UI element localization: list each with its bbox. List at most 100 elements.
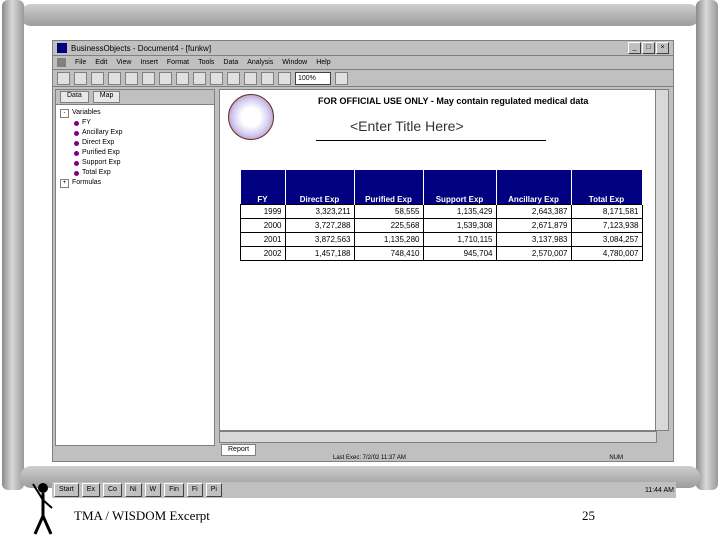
- undo-icon[interactable]: [193, 71, 206, 85]
- expand-icon[interactable]: +: [60, 178, 69, 188]
- menu-format[interactable]: Format: [167, 59, 189, 66]
- taskbar: Start Ex Co Ni W Fin Fi Pi 11:44 AM: [52, 482, 676, 498]
- menu-insert[interactable]: Insert: [140, 59, 158, 66]
- table-icon[interactable]: [261, 71, 274, 85]
- pillar-right: [696, 0, 718, 490]
- cell[interactable]: 2,570,007: [495, 246, 572, 261]
- menu-view[interactable]: View: [116, 59, 131, 66]
- col-header[interactable]: Direct Exp: [285, 170, 355, 205]
- taskbar-item[interactable]: W: [144, 483, 162, 497]
- taskbar-item[interactable]: Fi: [186, 483, 203, 497]
- close-button[interactable]: ×: [656, 42, 669, 54]
- tree-root-label: Variables: [72, 109, 101, 116]
- menu-analysis[interactable]: Analysis: [247, 59, 273, 66]
- report-title[interactable]: <Enter Title Here>: [350, 118, 464, 134]
- document-icon: [57, 58, 66, 67]
- chart-icon[interactable]: [244, 71, 257, 85]
- pillar-left: [2, 0, 24, 490]
- tree-item[interactable]: Purified Exp: [60, 148, 210, 158]
- col-header[interactable]: FY: [240, 170, 286, 205]
- tree-item-label: FY: [82, 119, 91, 126]
- copy-icon[interactable]: [159, 71, 172, 85]
- tree-item[interactable]: Direct Exp: [60, 138, 210, 148]
- tab-data[interactable]: Data: [60, 91, 89, 103]
- vertical-scrollbar[interactable]: [655, 89, 669, 431]
- menu-help[interactable]: Help: [316, 59, 330, 66]
- tree-formulas[interactable]: + Formulas: [60, 178, 210, 188]
- cell[interactable]: 3,872,563: [284, 232, 355, 247]
- minimize-button[interactable]: _: [628, 42, 641, 54]
- horizontal-scrollbar[interactable]: [219, 431, 657, 443]
- cell[interactable]: 58,555: [353, 204, 424, 219]
- menu-file[interactable]: File: [75, 59, 86, 66]
- cell[interactable]: 1,539,308: [422, 218, 497, 233]
- new-icon[interactable]: [57, 71, 70, 85]
- save-icon[interactable]: [91, 71, 104, 85]
- cell[interactable]: 7,123,938: [570, 218, 643, 233]
- cell[interactable]: 1,457,188: [284, 246, 355, 261]
- table-row[interactable]: 1999 3,323,211 58,555 1,135,429 2,643,38…: [240, 204, 643, 219]
- variable-icon: [74, 150, 79, 156]
- toolbar: 100%: [53, 70, 673, 87]
- table-row[interactable]: 2000 3,727,288 225,568 1,539,308 2,671,8…: [240, 218, 643, 233]
- print-icon[interactable]: [108, 71, 121, 85]
- tab-map[interactable]: Map: [92, 91, 121, 103]
- tree-root[interactable]: - Variables: [60, 108, 210, 118]
- cell[interactable]: 8,171,581: [570, 204, 643, 219]
- cell[interactable]: 2002: [240, 246, 286, 261]
- cell[interactable]: 2000: [240, 218, 286, 233]
- cell[interactable]: 1,135,280: [353, 232, 424, 247]
- filter-icon[interactable]: [227, 71, 240, 85]
- cell[interactable]: 2,671,879: [495, 218, 572, 233]
- tree-item[interactable]: Ancillary Exp: [60, 128, 210, 138]
- menu-data[interactable]: Data: [223, 59, 238, 66]
- variable-icon: [74, 160, 79, 166]
- stick-figure-icon: [32, 483, 53, 535]
- start-button[interactable]: Start: [54, 483, 79, 497]
- menu-tools[interactable]: Tools: [198, 59, 214, 66]
- last-exec-status: Last Exec: 7/2/02 11:37 AM: [333, 455, 406, 461]
- cell[interactable]: 225,568: [353, 218, 424, 233]
- cell[interactable]: 3,084,257: [570, 232, 643, 247]
- expand-icon[interactable]: -: [60, 108, 69, 118]
- taskbar-item[interactable]: Co: [102, 483, 122, 497]
- col-header[interactable]: Ancillary Exp: [496, 170, 572, 205]
- menu-edit[interactable]: Edit: [95, 59, 107, 66]
- sort-icon[interactable]: [210, 71, 223, 85]
- taskbar-item[interactable]: Ex: [81, 483, 100, 497]
- taskbar-item[interactable]: Ni: [124, 483, 142, 497]
- tree-item[interactable]: Total Exp: [60, 168, 210, 178]
- sum-icon[interactable]: [278, 71, 291, 85]
- cell[interactable]: 4,780,007: [570, 246, 643, 261]
- cell[interactable]: 3,323,211: [284, 204, 355, 219]
- tree-item[interactable]: Support Exp: [60, 158, 210, 168]
- cell[interactable]: 2,643,387: [495, 204, 572, 219]
- cell[interactable]: 3,137,983: [495, 232, 572, 247]
- table-row[interactable]: 2001 3,872,563 1,135,280 1,710,115 3,137…: [240, 232, 643, 247]
- refresh-icon[interactable]: [125, 71, 138, 85]
- cell[interactable]: 748,410: [353, 246, 424, 261]
- help-icon[interactable]: [335, 71, 348, 85]
- cell[interactable]: 945,704: [422, 246, 497, 261]
- cell[interactable]: 1,710,115: [422, 232, 497, 247]
- tree-item[interactable]: FY: [60, 118, 210, 128]
- cell[interactable]: 3,727,288: [284, 218, 355, 233]
- cell[interactable]: 1999: [240, 204, 286, 219]
- zoom-select[interactable]: 100%: [295, 71, 331, 85]
- taskbar-item[interactable]: Pi: [205, 483, 222, 497]
- col-header[interactable]: Purified Exp: [354, 170, 424, 205]
- variable-icon: [74, 170, 79, 176]
- maximize-button[interactable]: □: [642, 42, 655, 54]
- cell[interactable]: 2001: [240, 232, 286, 247]
- tree-item-label: Purified Exp: [82, 149, 120, 156]
- cut-icon[interactable]: [142, 71, 155, 85]
- paste-icon[interactable]: [176, 71, 189, 85]
- col-header[interactable]: Total Exp: [571, 170, 643, 205]
- col-header[interactable]: Support Exp: [423, 170, 497, 205]
- taskbar-item[interactable]: Fin: [164, 483, 184, 497]
- system-clock: 11:44 AM: [644, 486, 674, 494]
- table-row[interactable]: 2002 1,457,188 748,410 945,704 2,570,007…: [240, 246, 643, 261]
- cell[interactable]: 1,135,429: [422, 204, 497, 219]
- open-icon[interactable]: [74, 71, 87, 85]
- menu-window[interactable]: Window: [282, 59, 307, 66]
